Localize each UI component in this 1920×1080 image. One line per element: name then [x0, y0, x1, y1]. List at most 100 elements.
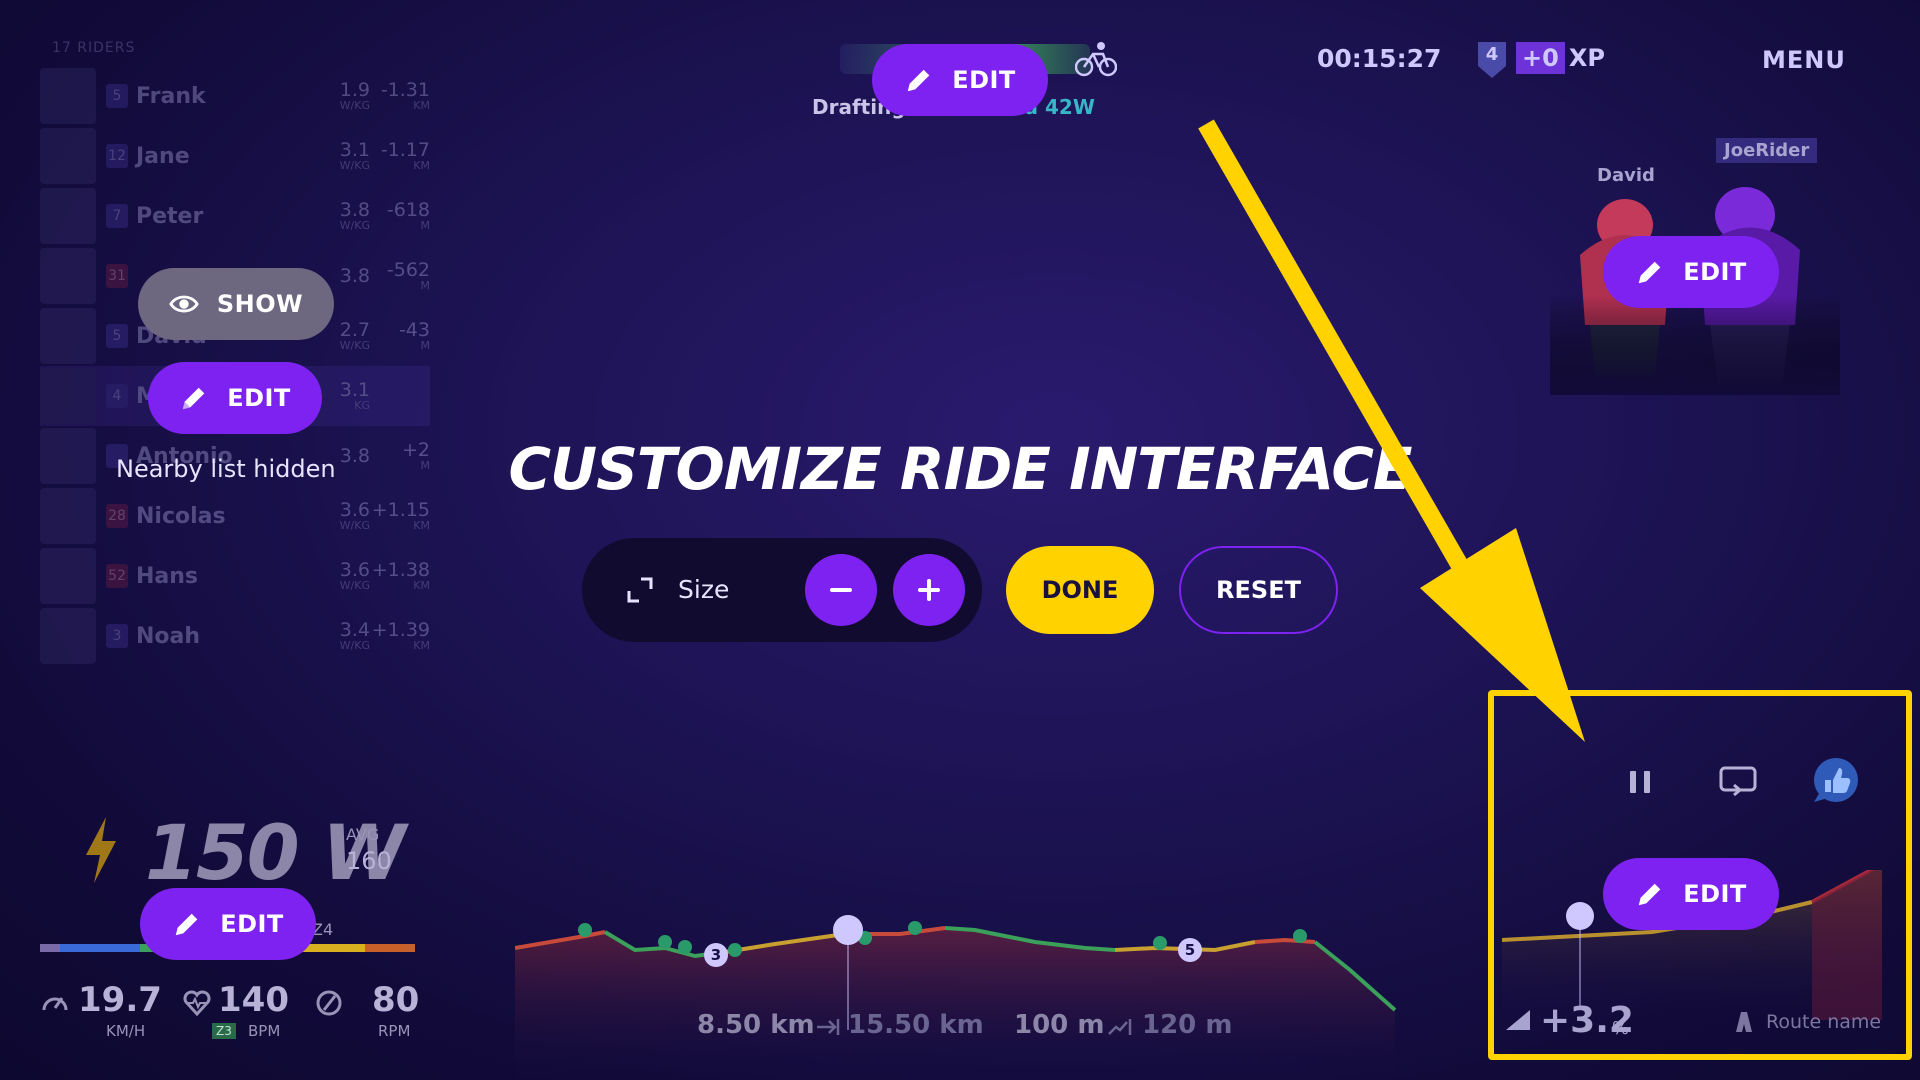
rider-wkg: 3.1 KG	[340, 380, 370, 412]
rider-name-tag: David	[1597, 165, 1655, 186]
rider-wkg-value: 3.4	[339, 618, 370, 641]
speed-value: 19.7	[78, 980, 162, 1020]
elevation-done: 100 m	[1014, 1010, 1105, 1040]
rider-wkg-unit: W/KG	[339, 218, 370, 232]
minus-icon	[830, 588, 852, 592]
menu-button[interactable]: MENU	[1762, 46, 1846, 74]
speedometer-icon	[42, 997, 68, 1011]
cadence-icon	[316, 990, 342, 1016]
rider-level: 3	[106, 624, 128, 648]
rider-gap: +1.38 KM	[371, 558, 430, 592]
zone-segment	[365, 944, 415, 952]
rider-wkg-value: 3.6	[339, 558, 370, 581]
segment-marker: 3	[704, 943, 728, 967]
camera-switch-icon[interactable]	[1718, 763, 1758, 799]
rider-gap: +1.15 KM	[372, 500, 430, 532]
rider-level: 5	[106, 324, 128, 348]
avatar	[40, 68, 96, 124]
pause-icon[interactable]	[1623, 765, 1657, 799]
rider-wkg-unit: W/KG	[339, 638, 370, 652]
rider-wkg: 1.9 W/KG	[339, 78, 370, 112]
riders-count: 17 RIDERS	[52, 40, 136, 56]
pencil-icon	[182, 387, 205, 410]
show-nearby-button[interactable]: SHOW	[138, 268, 334, 340]
rider-name: Peter	[136, 203, 204, 229]
edit-label: EDIT	[1683, 880, 1747, 908]
lightning-icon	[86, 817, 116, 883]
rider-gap: -618 M	[386, 198, 430, 232]
rider-name: Hans	[136, 563, 199, 589]
zone-segment	[60, 944, 140, 952]
rider-gap-value: -1.17	[380, 138, 430, 161]
edit-riders-view-button[interactable]: EDIT	[1603, 236, 1779, 308]
cadence-unit: RPM	[378, 1022, 411, 1040]
rider-gap-value: -618	[386, 198, 430, 221]
plus-icon	[918, 579, 940, 601]
level-number: 4	[1485, 44, 1499, 65]
avatar	[40, 548, 96, 604]
rider-wkg-value: 3.8	[339, 198, 370, 221]
heart-rate-icon	[183, 990, 211, 1017]
rider-level: 52	[106, 564, 128, 588]
rider-row: 5 Frank 1.9 W/KG -1.31 KM	[40, 66, 430, 126]
eye-icon	[169, 295, 199, 313]
rider-wkg-unit: W/KG	[339, 98, 370, 112]
pencil-icon	[1638, 883, 1661, 906]
distance-arrow-icon	[817, 1019, 840, 1035]
done-button[interactable]: DONE	[1006, 546, 1154, 634]
rider-gap: +1.39 KM	[371, 618, 430, 652]
distance-total: 15.50 km	[848, 1010, 984, 1040]
edit-drafting-button[interactable]: EDIT	[872, 44, 1048, 116]
nearby-rider-list: 17 RIDERS 5 Frank 1.9 W/KG -1.31 KM 12 Jane 3.1 W…	[40, 40, 430, 666]
grade-icon	[1506, 1010, 1530, 1030]
reset-button[interactable]: RESET	[1179, 546, 1338, 634]
edit-label: EDIT	[220, 910, 284, 938]
pencil-icon	[175, 913, 198, 936]
rider-gap: -43 M	[398, 318, 430, 352]
cadence-value: 80	[372, 980, 420, 1020]
rider-wkg: 3.6 W/KG	[339, 498, 370, 532]
rider-row: 12 Jane 3.1 W/KG -1.17 KM	[40, 126, 430, 186]
elevation-total: 120 m	[1142, 1010, 1233, 1040]
rider-wkg: 3.6 W/KG	[339, 558, 370, 592]
xp-gain: +0	[1516, 42, 1565, 74]
rider-level: 5	[106, 84, 128, 108]
edit-minimap-button[interactable]: EDIT	[1603, 858, 1779, 930]
rider-gap-value: +1.39	[371, 618, 430, 641]
rider-wkg-value: 3.1	[339, 138, 370, 161]
edit-power-button[interactable]: EDIT	[140, 888, 316, 960]
rider-gap-value: -1.31	[380, 78, 430, 101]
rider-wkg: 3.8	[340, 267, 370, 286]
avatar	[40, 248, 96, 304]
edit-label: EDIT	[227, 384, 291, 412]
xp-display: +0 XP	[1516, 42, 1605, 74]
xp-label: XP	[1568, 44, 1605, 72]
size-increase-button[interactable]	[893, 554, 965, 626]
pencil-icon	[907, 69, 930, 92]
segment-marker: 5	[1178, 938, 1202, 962]
rider-gap-value: -43	[398, 318, 430, 341]
rider-wkg: 2.7 W/KG	[340, 320, 370, 352]
elevation-arrow-icon	[1108, 1019, 1132, 1035]
avg-power-value: 160	[346, 847, 392, 875]
rider-wkg-value: 1.9	[339, 78, 370, 101]
avatar	[40, 308, 96, 364]
zone-segment	[40, 944, 60, 952]
rider-wkg: 3.1 W/KG	[339, 138, 370, 172]
rider-name: Noah	[136, 623, 201, 649]
edit-nearby-button[interactable]: EDIT	[148, 362, 322, 434]
rider-level: 4	[106, 384, 128, 408]
ride-on-thumbs-up-icon[interactable]	[1808, 756, 1864, 808]
ride-timer: 00:15:27	[1317, 44, 1442, 73]
rider-gap-value: +1.38	[371, 558, 430, 581]
avatar	[40, 368, 96, 424]
speed-unit: KM/H	[106, 1022, 146, 1040]
rider-wkg-value: 3.6	[339, 498, 370, 521]
rider-gap-value: -562	[386, 258, 430, 281]
rider-wkg-unit: W/KG	[339, 578, 370, 592]
route-icon	[1736, 1012, 1752, 1032]
rider-gap: -1.31 KM	[380, 78, 430, 112]
rider-level: 31	[106, 264, 128, 288]
route-name: Route name	[1766, 1011, 1882, 1033]
size-decrease-button[interactable]	[805, 554, 877, 626]
